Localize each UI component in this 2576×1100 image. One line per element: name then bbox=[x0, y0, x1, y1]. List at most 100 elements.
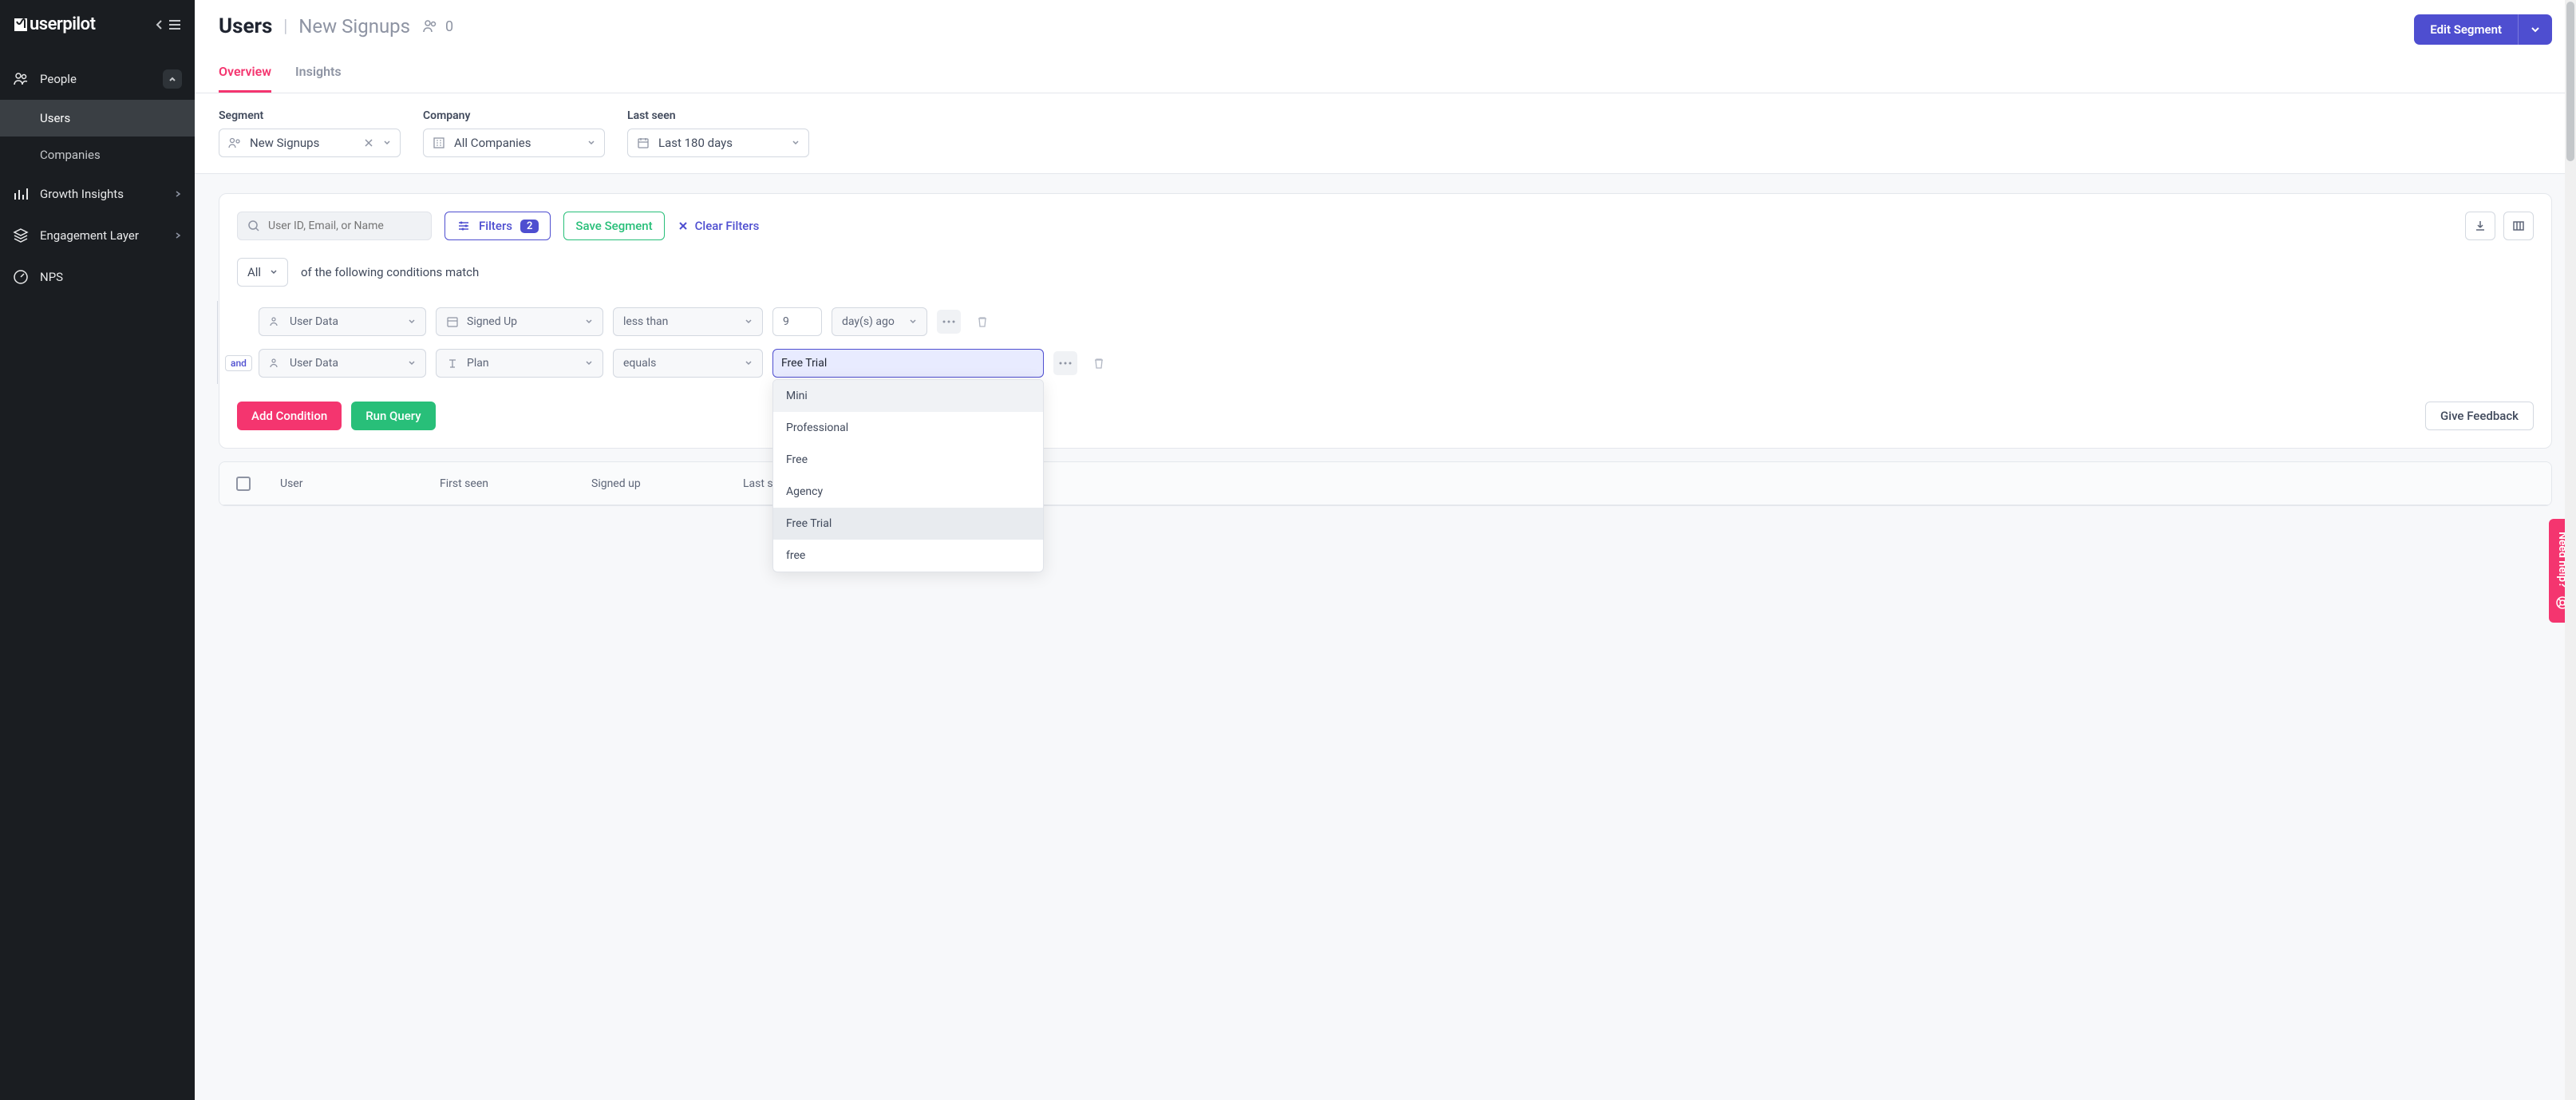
people-icon bbox=[269, 357, 282, 370]
content: Filters 2 Save Segment Clear Filters bbox=[195, 174, 2576, 1100]
rule1-value: 9 bbox=[783, 315, 789, 328]
close-icon[interactable] bbox=[363, 137, 374, 148]
rule2-more-button[interactable] bbox=[1053, 351, 1077, 375]
column-signed-up[interactable]: Signed up bbox=[579, 477, 730, 490]
brand-name: userpilot bbox=[30, 14, 96, 34]
nav-users[interactable]: Users bbox=[0, 100, 195, 137]
segment-filter[interactable]: New Signups bbox=[219, 129, 401, 157]
dropdown-option[interactable]: Mini bbox=[773, 380, 1043, 412]
close-icon bbox=[678, 220, 689, 231]
clear-filters-button[interactable]: Clear Filters bbox=[678, 219, 760, 233]
rule1-operator-value: less than bbox=[623, 315, 668, 328]
rule1-delete-button[interactable] bbox=[970, 310, 994, 334]
company-filter[interactable]: All Companies bbox=[423, 129, 605, 157]
value-dropdown: Mini Professional Free Agency Free Trial… bbox=[772, 379, 1044, 572]
nav: People Users Companies Growth Insights E… bbox=[0, 49, 195, 298]
rule1-unit-select[interactable]: day(s) ago bbox=[832, 307, 927, 336]
sliders-icon bbox=[456, 219, 471, 233]
dropdown-option[interactable]: Free Trial bbox=[773, 508, 1043, 540]
column-first-seen[interactable]: First seen bbox=[427, 477, 579, 490]
nav-nps-label: NPS bbox=[40, 270, 63, 284]
rule1-source-select[interactable]: User Data bbox=[259, 307, 426, 336]
dropdown-option[interactable]: Agency bbox=[773, 476, 1043, 508]
rule1-operator-select[interactable]: less than bbox=[613, 307, 763, 336]
menu-icon[interactable] bbox=[168, 18, 182, 31]
chevron-down-icon bbox=[585, 318, 593, 326]
filters-button[interactable]: Filters 2 bbox=[444, 212, 551, 240]
rule2-field-select[interactable]: Plan bbox=[436, 349, 603, 378]
download-icon bbox=[2474, 220, 2487, 232]
edit-segment-button[interactable]: Edit Segment bbox=[2414, 14, 2552, 45]
rule2-source-select[interactable]: User Data bbox=[259, 349, 426, 378]
rule2-delete-button[interactable] bbox=[1087, 351, 1111, 375]
sidebar: userpilot People Users Companies Growth … bbox=[0, 0, 195, 1100]
title-separator: | bbox=[283, 17, 287, 37]
dots-icon bbox=[1059, 362, 1072, 365]
scrollbar-track[interactable] bbox=[2565, 0, 2576, 1100]
rule1-value-input[interactable]: 9 bbox=[772, 307, 822, 336]
edit-segment-label[interactable]: Edit Segment bbox=[2414, 14, 2518, 45]
filters-label: Filters bbox=[479, 219, 512, 233]
column-user[interactable]: User bbox=[267, 477, 427, 490]
match-mode-select[interactable]: All bbox=[237, 258, 288, 287]
chevron-down-icon bbox=[2530, 24, 2541, 35]
nav-people[interactable]: People bbox=[0, 58, 195, 100]
trash-icon bbox=[1092, 357, 1105, 370]
nav-nps[interactable]: NPS bbox=[0, 256, 195, 298]
chevron-down-icon bbox=[585, 359, 593, 367]
run-query-button[interactable]: Run Query bbox=[351, 402, 435, 430]
download-button[interactable] bbox=[2465, 212, 2495, 240]
rule2-source-value: User Data bbox=[290, 357, 338, 370]
table-header: User First seen Signed up Last seen bbox=[219, 462, 2551, 505]
columns-icon bbox=[2512, 220, 2525, 232]
give-feedback-button[interactable]: Give Feedback bbox=[2425, 402, 2534, 430]
search-input[interactable] bbox=[268, 220, 421, 232]
filters-count: 2 bbox=[520, 220, 539, 233]
main: Users | New Signups 0 Edit Segment Overv… bbox=[195, 0, 2576, 1100]
chevron-up-icon[interactable] bbox=[163, 69, 182, 89]
calendar-icon bbox=[446, 315, 459, 328]
layers-icon bbox=[13, 228, 29, 243]
rule1-field-value: Signed Up bbox=[467, 315, 517, 328]
chevron-down-icon bbox=[745, 359, 753, 367]
columns-button[interactable] bbox=[2503, 212, 2534, 240]
rule1-field-select[interactable]: Signed Up bbox=[436, 307, 603, 336]
company-filter-label: Company bbox=[423, 109, 605, 122]
dropdown-option[interactable]: free bbox=[773, 540, 1043, 572]
select-all-checkbox[interactable] bbox=[236, 477, 251, 491]
search-icon bbox=[247, 220, 260, 232]
search-input-wrapper[interactable] bbox=[237, 212, 432, 240]
chevron-down-icon bbox=[909, 318, 917, 326]
chevron-down-icon bbox=[270, 268, 278, 276]
dropdown-option[interactable]: Professional bbox=[773, 412, 1043, 444]
page-header: Users | New Signups 0 Edit Segment bbox=[195, 0, 2576, 45]
chevron-down-icon bbox=[745, 318, 753, 326]
nav-engagement-label: Engagement Layer bbox=[40, 228, 139, 243]
tab-insights[interactable]: Insights bbox=[295, 64, 342, 93]
rule2-operator-select[interactable]: equals bbox=[613, 349, 763, 378]
tab-overview[interactable]: Overview bbox=[219, 64, 271, 93]
people-icon bbox=[13, 71, 29, 87]
collapse-icon[interactable] bbox=[153, 18, 166, 31]
nav-companies[interactable]: Companies bbox=[0, 137, 195, 173]
nav-growth-insights[interactable]: Growth Insights bbox=[0, 173, 195, 215]
brand-logo: userpilot bbox=[13, 14, 96, 34]
nav-people-label: People bbox=[40, 72, 77, 86]
save-segment-button[interactable]: Save Segment bbox=[563, 212, 664, 240]
edit-segment-dropdown[interactable] bbox=[2518, 14, 2552, 45]
nav-growth-label: Growth Insights bbox=[40, 187, 124, 201]
add-condition-button[interactable]: Add Condition bbox=[237, 402, 342, 430]
chevron-right-icon bbox=[174, 190, 182, 198]
scrollbar-thumb[interactable] bbox=[2566, 2, 2574, 161]
trash-icon bbox=[976, 315, 989, 328]
tabs: Overview Insights bbox=[195, 45, 2576, 93]
query-card: Filters 2 Save Segment Clear Filters bbox=[219, 193, 2552, 449]
rule2-value-input[interactable] bbox=[772, 349, 1044, 378]
text-icon bbox=[446, 357, 459, 370]
lastseen-filter[interactable]: Last 180 days bbox=[627, 129, 809, 157]
rule1-source-value: User Data bbox=[290, 315, 338, 328]
rule1-more-button[interactable] bbox=[937, 310, 961, 334]
nav-engagement-layer[interactable]: Engagement Layer bbox=[0, 215, 195, 256]
dropdown-option[interactable]: Free bbox=[773, 444, 1043, 476]
logo-icon bbox=[13, 17, 29, 33]
